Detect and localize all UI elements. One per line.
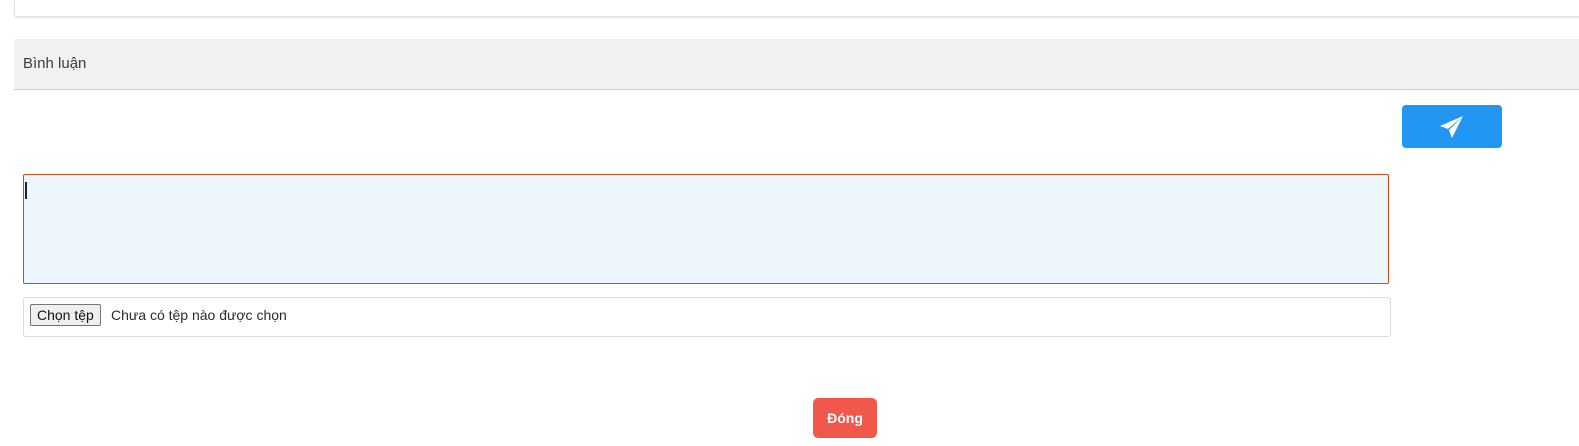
- choose-file-button[interactable]: Chọn tệp: [30, 304, 101, 326]
- send-comment-button[interactable]: [1402, 105, 1502, 148]
- previous-section-card: [14, 0, 1579, 17]
- comments-title: Bình luận: [23, 55, 87, 72]
- comment-input[interactable]: [23, 174, 1389, 284]
- text-caret: [25, 182, 27, 199]
- paper-plane-icon: [1440, 115, 1463, 138]
- file-status-text: Chưa có tệp nào được chọn: [111, 307, 287, 323]
- file-upload-field: Chọn tệp Chưa có tệp nào được chọn: [23, 297, 1391, 337]
- close-button[interactable]: Đóng: [813, 398, 877, 438]
- comments-header: Bình luận: [14, 39, 1579, 90]
